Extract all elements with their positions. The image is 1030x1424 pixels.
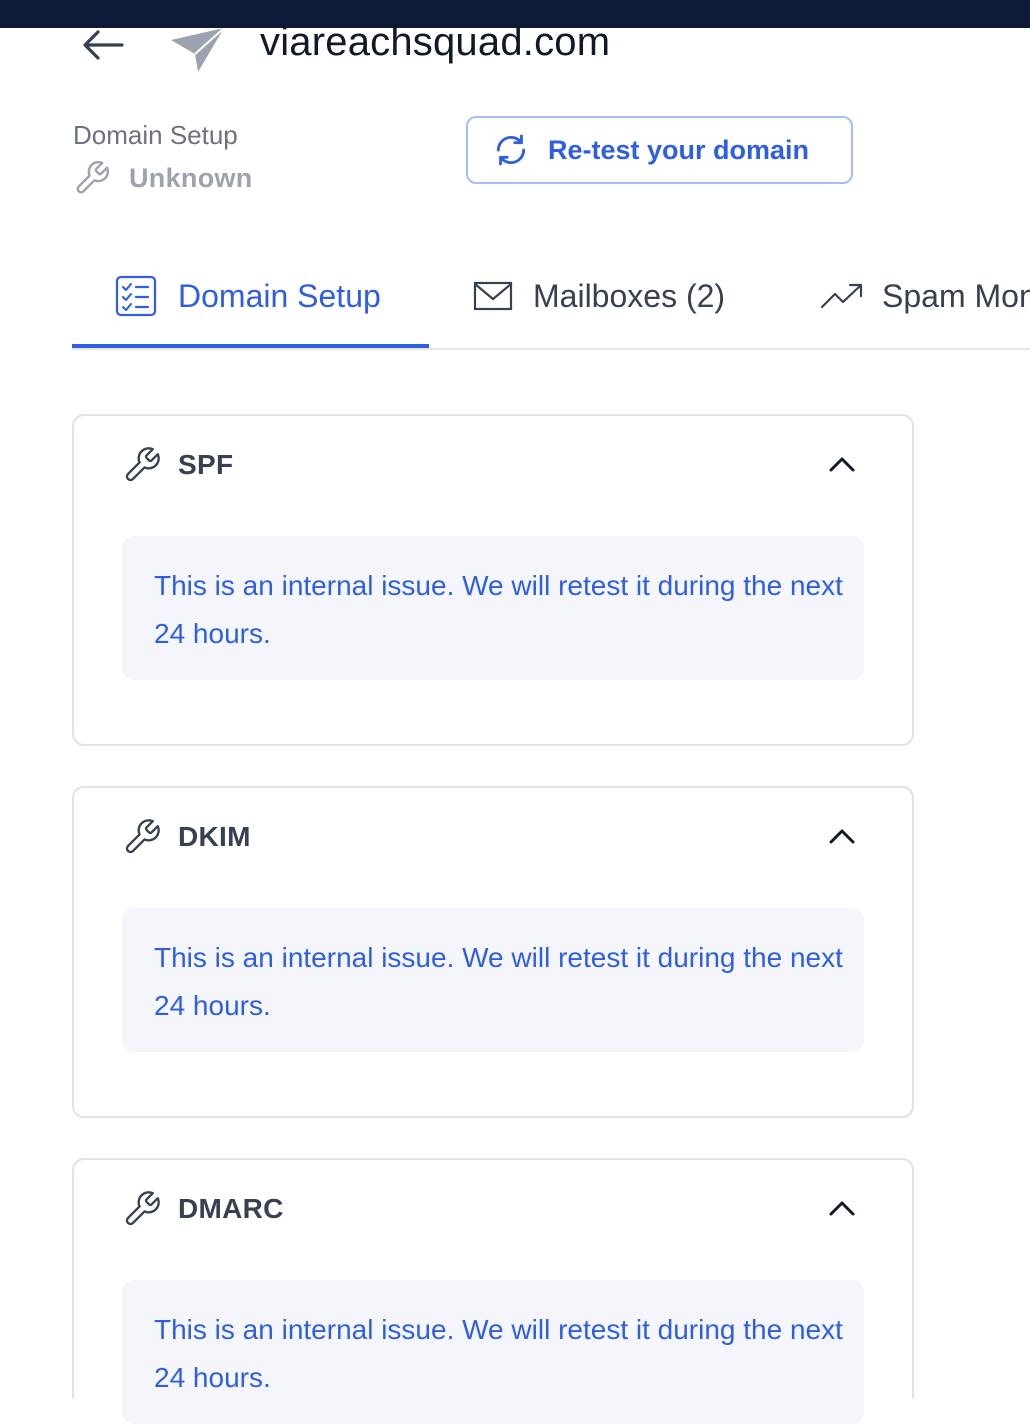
check-message: This is an internal issue. We will retes… (122, 536, 864, 680)
status-row: Unknown (73, 158, 253, 198)
card-title: DMARC (178, 1193, 284, 1224)
tab-mailboxes[interactable]: Mailboxes (2) (473, 246, 725, 346)
refresh-icon (496, 134, 526, 166)
tab-label: Spam Mon (882, 277, 1030, 314)
collapse-chevron-button[interactable] (822, 1190, 862, 1226)
status-value: Unknown (129, 162, 253, 193)
collapse-chevron-button[interactable] (822, 818, 862, 854)
card-header[interactable]: SPF (122, 440, 233, 490)
wrench-icon (125, 819, 160, 854)
trend-up-icon (820, 283, 863, 309)
retest-domain-button[interactable]: Re-test your domain (466, 116, 853, 184)
tab-label: Mailboxes (2) (533, 277, 726, 314)
tab-label: Domain Setup (178, 277, 381, 314)
check-card-spf: SPF This is an internal issue. We will r… (72, 414, 914, 746)
tab-bar: Domain Setup Mailboxes (2) Spam Mon (72, 246, 1030, 350)
check-message: This is an internal issue. We will retes… (122, 908, 864, 1052)
tab-spam-monitor[interactable]: Spam Mon (820, 246, 1030, 346)
page-header: viareachsquad.com (0, 20, 1030, 78)
check-card-dkim: DKIM This is an internal issue. We will … (72, 786, 914, 1118)
active-tab-indicator (72, 344, 429, 348)
envelope-icon (473, 281, 513, 311)
tab-domain-setup[interactable]: Domain Setup (114, 246, 381, 346)
collapse-chevron-button[interactable] (822, 446, 862, 482)
card-header[interactable]: DKIM (122, 812, 251, 862)
chevron-up-icon (829, 1201, 855, 1216)
card-title: SPF (178, 449, 234, 480)
wrench-icon (125, 447, 160, 482)
status-label: Domain Setup (73, 120, 238, 150)
paper-plane-icon (168, 27, 226, 72)
retest-label: Re-test your domain (548, 134, 810, 165)
checklist-icon (115, 275, 157, 317)
back-button[interactable] (80, 28, 128, 62)
domain-title: viareachsquad.com (260, 20, 611, 64)
wrench-icon (125, 1191, 160, 1226)
chevron-up-icon (829, 457, 855, 472)
check-card-dmarc: DMARC This is an internal issue. We will… (72, 1158, 914, 1424)
wrench-icon (76, 161, 109, 194)
chevron-up-icon (829, 829, 855, 844)
arrow-left-icon (83, 30, 124, 60)
check-message: This is an internal issue. We will retes… (122, 1280, 864, 1424)
card-title: DKIM (178, 821, 251, 852)
card-header[interactable]: DMARC (122, 1184, 284, 1234)
